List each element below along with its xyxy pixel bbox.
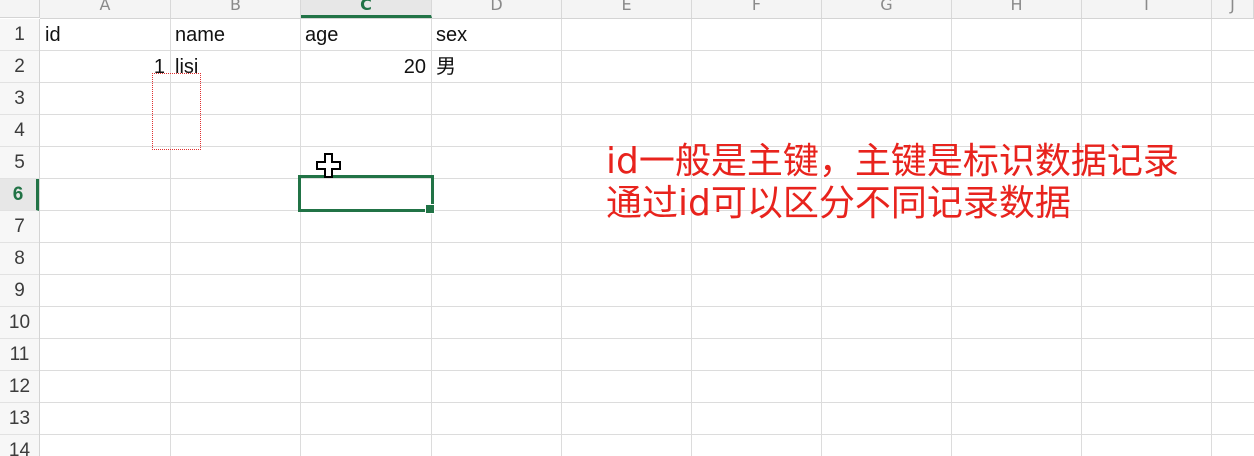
row-header-12[interactable]: 12: [0, 371, 39, 403]
gridline: [300, 19, 301, 456]
gridline: [561, 19, 562, 456]
row-header-11[interactable]: 11: [0, 339, 39, 371]
annotation-line-2: 通过id可以区分不同记录数据: [606, 183, 1071, 224]
gridline: [431, 19, 432, 456]
gridline: [40, 338, 1254, 339]
row-header-10[interactable]: 10: [0, 307, 39, 339]
fill-handle[interactable]: [425, 204, 435, 214]
row-header-8[interactable]: 8: [0, 243, 39, 275]
cell-c2[interactable]: 20: [300, 51, 431, 83]
column-header-i[interactable]: I: [1082, 0, 1212, 18]
row-header-13[interactable]: 13: [0, 403, 39, 435]
annotation-line-1: id一般是主键，主键是标识数据记录: [606, 141, 1179, 182]
row-header-bar: 1 2 3 4 5 6 7 8 9 10 11 12 13 14: [0, 19, 40, 456]
cell-c1[interactable]: age: [300, 19, 431, 51]
row-header-5[interactable]: 5: [0, 147, 39, 179]
column-header-c[interactable]: C: [301, 0, 432, 18]
dotted-highlight-box: [152, 73, 201, 150]
gridline: [40, 306, 1254, 307]
cross-cursor-icon: [316, 153, 341, 178]
gridline: [951, 19, 952, 456]
column-header-f[interactable]: F: [692, 0, 822, 18]
row-header-9[interactable]: 9: [0, 275, 39, 307]
row-header-7[interactable]: 7: [0, 211, 39, 243]
row-header-1[interactable]: 1: [0, 19, 39, 51]
column-header-h[interactable]: H: [952, 0, 1082, 18]
row-header-6[interactable]: 6: [0, 179, 39, 211]
gridline: [1211, 19, 1212, 456]
row-header-2[interactable]: 2: [0, 51, 39, 83]
cell-a2[interactable]: 1: [40, 51, 170, 83]
cell-d2[interactable]: 男: [431, 51, 561, 83]
column-header-b[interactable]: B: [171, 0, 301, 18]
gridline: [821, 19, 822, 456]
cell-a1[interactable]: id: [40, 19, 170, 51]
spreadsheet: A B C D E F G H I J 1 2 3 4 5 6 7 8 9 10…: [0, 0, 1254, 456]
row-header-4[interactable]: 4: [0, 115, 39, 147]
column-header-bar: A B C D E F G H I J: [40, 0, 1254, 19]
gridline: [40, 242, 1254, 243]
gridline: [40, 434, 1254, 435]
gridline: [40, 114, 1254, 115]
cell-grid[interactable]: id name age sex 1 lisi 20 男: [40, 19, 1254, 456]
gridline: [691, 19, 692, 456]
row-header-14[interactable]: 14: [0, 435, 39, 456]
column-header-e[interactable]: E: [562, 0, 692, 18]
column-header-g[interactable]: G: [822, 0, 952, 18]
column-header-a[interactable]: A: [40, 0, 171, 18]
cell-d1[interactable]: sex: [431, 19, 561, 51]
active-cell-selection[interactable]: [298, 175, 434, 212]
gridline: [1081, 19, 1082, 456]
select-all-corner[interactable]: [0, 0, 40, 18]
gridline: [40, 402, 1254, 403]
gridline: [40, 370, 1254, 371]
row-header-3[interactable]: 3: [0, 83, 39, 115]
column-header-d[interactable]: D: [432, 0, 562, 18]
cell-b1[interactable]: name: [170, 19, 300, 51]
gridline: [40, 274, 1254, 275]
column-header-j[interactable]: J: [1212, 0, 1254, 18]
